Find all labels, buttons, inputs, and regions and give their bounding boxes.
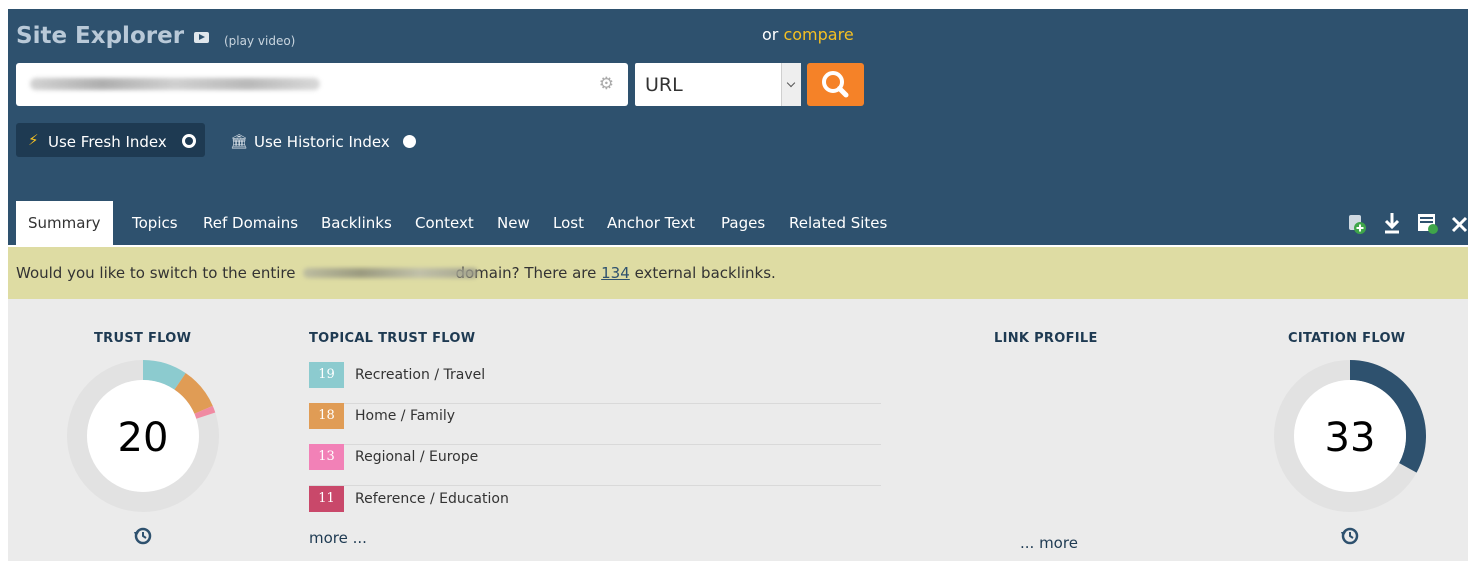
lightning-icon: ⚡ xyxy=(28,131,39,149)
tab-context[interactable]: Context xyxy=(403,201,486,245)
topic-score-badge: 18 xyxy=(309,403,344,429)
citation-flow-donut: 33 xyxy=(1274,360,1426,512)
fresh-index-option[interactable]: ⚡ Use Fresh Index xyxy=(16,123,205,157)
topic-score-badge: 13 xyxy=(309,444,344,470)
page-title: Site Explorer xyxy=(16,23,185,49)
tab-anchor-text[interactable]: Anchor Text xyxy=(595,201,707,245)
trust-flow-segment xyxy=(194,405,216,419)
topic-label[interactable]: Reference / Education xyxy=(355,491,509,507)
tab-pages[interactable]: Pages xyxy=(709,201,777,245)
search-input[interactable]: ⚙ xyxy=(16,63,628,106)
topic-item: 19 Recreation / Travel xyxy=(309,362,881,404)
compare-link[interactable]: compare xyxy=(783,25,853,44)
trust-flow-segment xyxy=(142,360,186,390)
trust-flow-title: TRUST FLOW xyxy=(94,331,192,346)
notice-tail: external backlinks. xyxy=(634,264,776,282)
search-mode-select[interactable]: URL xyxy=(635,63,801,106)
add-to-bucket-icon[interactable] xyxy=(1346,211,1368,235)
tab-new[interactable]: New xyxy=(485,201,542,245)
topic-score-badge: 11 xyxy=(309,486,344,512)
trust-flow-history-icon[interactable] xyxy=(133,526,153,546)
link-profile-title: LINK PROFILE xyxy=(994,331,1098,346)
tab-summary[interactable]: Summary xyxy=(16,201,113,245)
site-explorer-app: Site Explorer (play video) or compare ⚙ … xyxy=(8,9,1468,561)
bank-icon: 🏛 xyxy=(230,134,248,150)
fresh-index-label: Use Fresh Index xyxy=(48,133,167,151)
citation-flow-value: 33 xyxy=(1325,415,1376,461)
topic-label[interactable]: Recreation / Travel xyxy=(355,367,485,383)
citation-flow-history-icon[interactable] xyxy=(1340,526,1360,546)
topic-item: 13 Regional / Europe xyxy=(309,444,881,486)
tab-topics[interactable]: Topics xyxy=(120,201,190,245)
tab-lost[interactable]: Lost xyxy=(541,201,596,245)
gear-icon[interactable]: ⚙ xyxy=(599,74,614,94)
tab-ref-domains[interactable]: Ref Domains xyxy=(191,201,310,245)
magnifier-icon xyxy=(822,71,849,98)
tab-related-sites[interactable]: Related Sites xyxy=(777,201,899,245)
search-mode-value: URL xyxy=(645,74,683,96)
trust-flow-value: 20 xyxy=(118,415,169,461)
search-button[interactable] xyxy=(807,63,864,106)
notice-prefix: Would you like to switch to the entire xyxy=(16,264,296,282)
topic-label[interactable]: Regional / Europe xyxy=(355,449,478,465)
topics-more-link[interactable]: more ... xyxy=(309,529,367,547)
topic-score-badge: 19 xyxy=(309,362,344,388)
topic-label[interactable]: Home / Family xyxy=(355,408,455,424)
topic-item: 18 Home / Family xyxy=(309,403,881,445)
redacted-domain-text xyxy=(303,268,478,278)
play-video-icon[interactable] xyxy=(194,32,209,43)
redacted-url-text xyxy=(30,78,320,90)
citation-flow-title: CITATION FLOW xyxy=(1288,331,1406,346)
download-icon[interactable] xyxy=(1382,211,1402,235)
fresh-index-radio[interactable] xyxy=(182,134,196,148)
summary-panel: TRUST FLOW 20 TOPICAL TRUST FLOW 19 Recr… xyxy=(8,299,1468,561)
play-video-link[interactable]: (play video) xyxy=(224,34,295,48)
topical-trust-flow-title: TOPICAL TRUST FLOW xyxy=(309,331,476,346)
header-bar: Site Explorer (play video) or compare ⚙ … xyxy=(8,9,1468,245)
switch-domain-notice: Would you like to switch to the entire do… xyxy=(8,247,1468,299)
tools-icon[interactable] xyxy=(1450,211,1468,235)
compare-prompt: or compare xyxy=(762,25,854,44)
link-profile-more-link[interactable]: ... more xyxy=(1020,534,1078,552)
tab-backlinks[interactable]: Backlinks xyxy=(309,201,404,245)
historic-index-radio[interactable] xyxy=(403,135,416,148)
trust-flow-donut: 20 xyxy=(67,360,219,512)
historic-index-label[interactable]: Use Historic Index xyxy=(254,133,390,151)
backlinks-count-link[interactable]: 134 xyxy=(601,264,630,282)
chevron-down-icon[interactable] xyxy=(781,63,801,106)
or-text: or xyxy=(762,25,779,44)
topic-item: 11 Reference / Education xyxy=(309,486,881,527)
report-icon[interactable] xyxy=(1416,211,1440,235)
